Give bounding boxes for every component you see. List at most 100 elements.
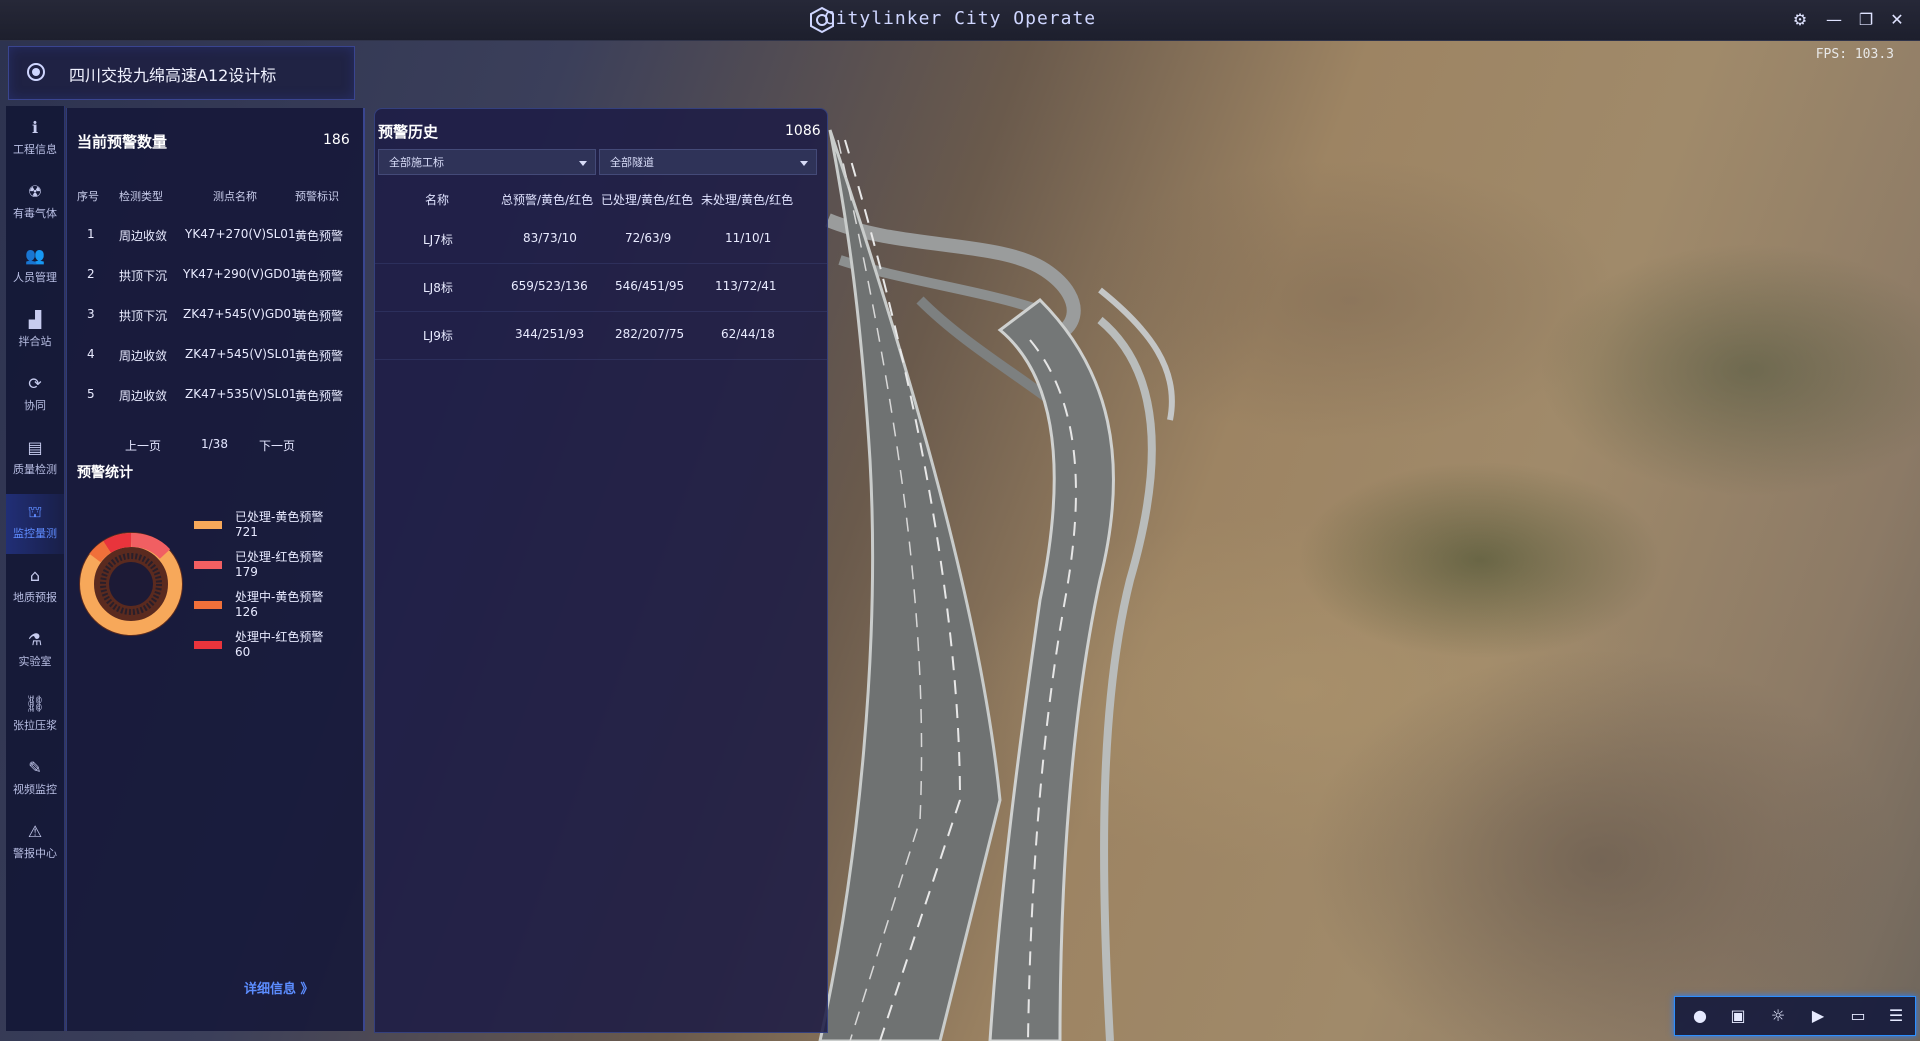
col-header-no: 序号 xyxy=(77,190,99,203)
sidebar-item-label: 张拉压浆 xyxy=(13,719,57,732)
cell-point: YK47+270(V)SL01 xyxy=(185,227,296,241)
minimize-button[interactable]: — xyxy=(1822,8,1846,32)
sidebar-item-label: 警报中心 xyxy=(13,847,57,860)
table-row[interactable]: 5 周边收敛 ZK47+535(V)SL01 黄色预警 xyxy=(67,375,363,415)
video-icon[interactable]: ▶ xyxy=(1807,1006,1829,1026)
table-row[interactable]: 1 周边收敛 YK47+270(V)SL01 黄色预警 xyxy=(67,215,363,255)
sidebar-item-label: 拌合站 xyxy=(18,335,52,348)
legend-label: 已处理-红色预警 xyxy=(235,550,324,564)
detail-info-link[interactable]: 详细信息 》 xyxy=(244,978,314,997)
warning-count-title: 当前预警数量 xyxy=(77,133,168,151)
gas-icon: ☢ xyxy=(27,182,43,201)
cell-flag: 黄色预警 xyxy=(295,309,344,323)
sidebar-item-lab[interactable]: ⚗ 实验室 xyxy=(6,622,64,682)
legend-swatch xyxy=(194,641,222,649)
table-row[interactable]: LJ7标 83/73/10 72/63/9 11/10/1 xyxy=(375,215,827,264)
marker-icon[interactable]: ● xyxy=(1689,1006,1711,1026)
history-count: 1086 xyxy=(785,123,821,139)
table-row[interactable]: 3 拱顶下沉 ZK47+545(V)GD01 黄色预警 xyxy=(67,295,363,335)
cell-type: 周边收敛 xyxy=(119,349,168,363)
cell-handled: 546/451/95 xyxy=(615,279,685,293)
cell-name: LJ8标 xyxy=(423,281,453,295)
history-title: 预警历史 xyxy=(378,123,439,141)
tunnel-icon: ⌂ xyxy=(29,566,41,585)
warning-donut-chart xyxy=(79,532,183,636)
sidebar-item-label: 地质预报 xyxy=(13,591,57,604)
cell-pending: 62/44/18 xyxy=(721,327,775,341)
cell-point: ZK47+535(V)SL01 xyxy=(185,387,297,401)
tunnel-filter-value: 全部隧道 xyxy=(610,156,654,169)
cell-type: 拱顶下沉 xyxy=(119,269,168,283)
col-header-point: 测点名称 xyxy=(213,190,257,203)
table-row[interactable]: LJ9标 344/251/93 282/207/75 62/44/18 xyxy=(375,311,827,360)
sidebar-item-geology[interactable]: ⌂ 地质预报 xyxy=(6,558,64,618)
sidebar-item-tension[interactable]: ⛓ 张拉压浆 xyxy=(6,686,64,746)
cell-no: 2 xyxy=(87,267,95,281)
cell-flag: 黄色预警 xyxy=(295,229,344,243)
legend-item: 已处理-黄色预警 721 xyxy=(235,510,323,540)
app-title: Citylinker City Operate xyxy=(823,8,1097,29)
cell-handled: 282/207/75 xyxy=(615,327,685,341)
table-row[interactable]: 2 拱顶下沉 YK47+290(V)GD01 黄色预警 xyxy=(67,255,363,295)
settings-icon[interactable]: ⚙ xyxy=(1788,8,1812,32)
sun-icon[interactable]: ☼ xyxy=(1767,1006,1789,1026)
sidebar-item-toxic-gas[interactable]: ☢ 有毒气体 xyxy=(6,174,64,234)
monitor-icon: ⛫ xyxy=(27,502,43,521)
cell-pending: 11/10/1 xyxy=(725,231,772,245)
legend-item: 已处理-红色预警 179 xyxy=(235,550,323,580)
sidebar-item-quality[interactable]: ▤ 质量检测 xyxy=(6,430,64,490)
chart-icon: ▟ xyxy=(28,310,42,329)
col-header-pending: 未处理/黄色/红色 xyxy=(701,193,794,207)
cell-no: 3 xyxy=(87,307,95,321)
sidebar-item-mixing-station[interactable]: ▟ 拌合站 xyxy=(6,302,64,362)
cell-total: 659/523/136 xyxy=(511,279,588,293)
warning-count-value: 186 xyxy=(323,132,350,148)
cell-type: 周边收敛 xyxy=(119,229,168,243)
col-header-flag: 预警标识 xyxy=(295,190,339,203)
sidebar: ℹ 工程信息 ☢ 有毒气体 👥 人员管理 ▟ 拌合站 ⟳ 协同 ▤ 质量检测 ⛫… xyxy=(6,106,65,1031)
sidebar-item-label: 视频监控 xyxy=(13,783,57,796)
close-button[interactable]: ✕ xyxy=(1885,8,1909,32)
tunnel-filter-dropdown[interactable]: 全部隧道 xyxy=(599,149,817,175)
camera-bag-icon[interactable]: ▣ xyxy=(1727,1006,1749,1026)
col-header-name: 名称 xyxy=(425,193,450,207)
info-icon: ℹ xyxy=(31,118,39,137)
radio-target-icon xyxy=(27,63,45,81)
section-filter-dropdown[interactable]: 全部施工标 xyxy=(378,149,596,175)
people-icon: 👥 xyxy=(25,246,45,265)
ruler-icon[interactable]: ▭ xyxy=(1847,1006,1869,1026)
legend-item: 处理中-红色预警 60 xyxy=(235,630,323,660)
sidebar-item-alarm[interactable]: ⚠ 警报中心 xyxy=(6,814,64,874)
prev-page-button[interactable]: 上一页 xyxy=(125,437,161,454)
next-page-button[interactable]: 下一页 xyxy=(259,437,295,454)
sidebar-item-monitoring[interactable]: ⛫ 监控量测 xyxy=(6,494,64,554)
sidebar-item-label: 协同 xyxy=(24,399,46,412)
warning-history-panel: 预警历史 1086 全部施工标 全部隧道 名称 总预警/黄色/红色 已处理/黄色… xyxy=(374,108,828,1033)
stats-title: 预警统计 xyxy=(77,465,133,481)
restore-button[interactable]: ❐ xyxy=(1854,8,1878,32)
table-row[interactable]: LJ8标 659/523/136 546/451/95 113/72/41 xyxy=(375,263,827,312)
cell-handled: 72/63/9 xyxy=(625,231,672,245)
col-header-handled: 已处理/黄色/红色 xyxy=(601,193,694,207)
sidebar-item-video[interactable]: ✎ 视频监控 xyxy=(6,750,64,810)
table-row[interactable]: 4 周边收敛 ZK47+545(V)SL01 黄色预警 xyxy=(67,335,363,375)
cell-no: 1 xyxy=(87,227,95,241)
legend-swatch xyxy=(194,521,222,529)
cell-no: 5 xyxy=(87,387,95,401)
sidebar-item-personnel[interactable]: 👥 人员管理 xyxy=(6,238,64,298)
sidebar-item-collaboration[interactable]: ⟳ 协同 xyxy=(6,366,64,426)
cell-no: 4 xyxy=(87,347,95,361)
tension-icon: ⛓ xyxy=(25,694,46,713)
sidebar-item-project-info[interactable]: ℹ 工程信息 xyxy=(6,110,64,170)
sync-icon: ⟳ xyxy=(28,374,42,393)
legend-label: 处理中-红色预警 xyxy=(235,630,324,644)
fps-counter: FPS: 103.3 xyxy=(1815,47,1894,62)
cell-total: 83/73/10 xyxy=(523,231,577,245)
warning-panel: 当前预警数量 186 序号 检测类型 测点名称 预警标识 1 周边收敛 YK47… xyxy=(66,108,365,1031)
chevron-down-icon xyxy=(579,161,587,166)
sidebar-item-label: 监控量测 xyxy=(13,527,57,540)
project-selector[interactable]: 四川交投九绵高速A12设计标 xyxy=(8,46,355,100)
scene-toolbar: ● ▣ ☼ ▶ ▭ ☰ xyxy=(1674,996,1916,1036)
legend-item: 处理中-黄色预警 126 xyxy=(235,590,323,620)
list-icon[interactable]: ☰ xyxy=(1885,1006,1907,1026)
